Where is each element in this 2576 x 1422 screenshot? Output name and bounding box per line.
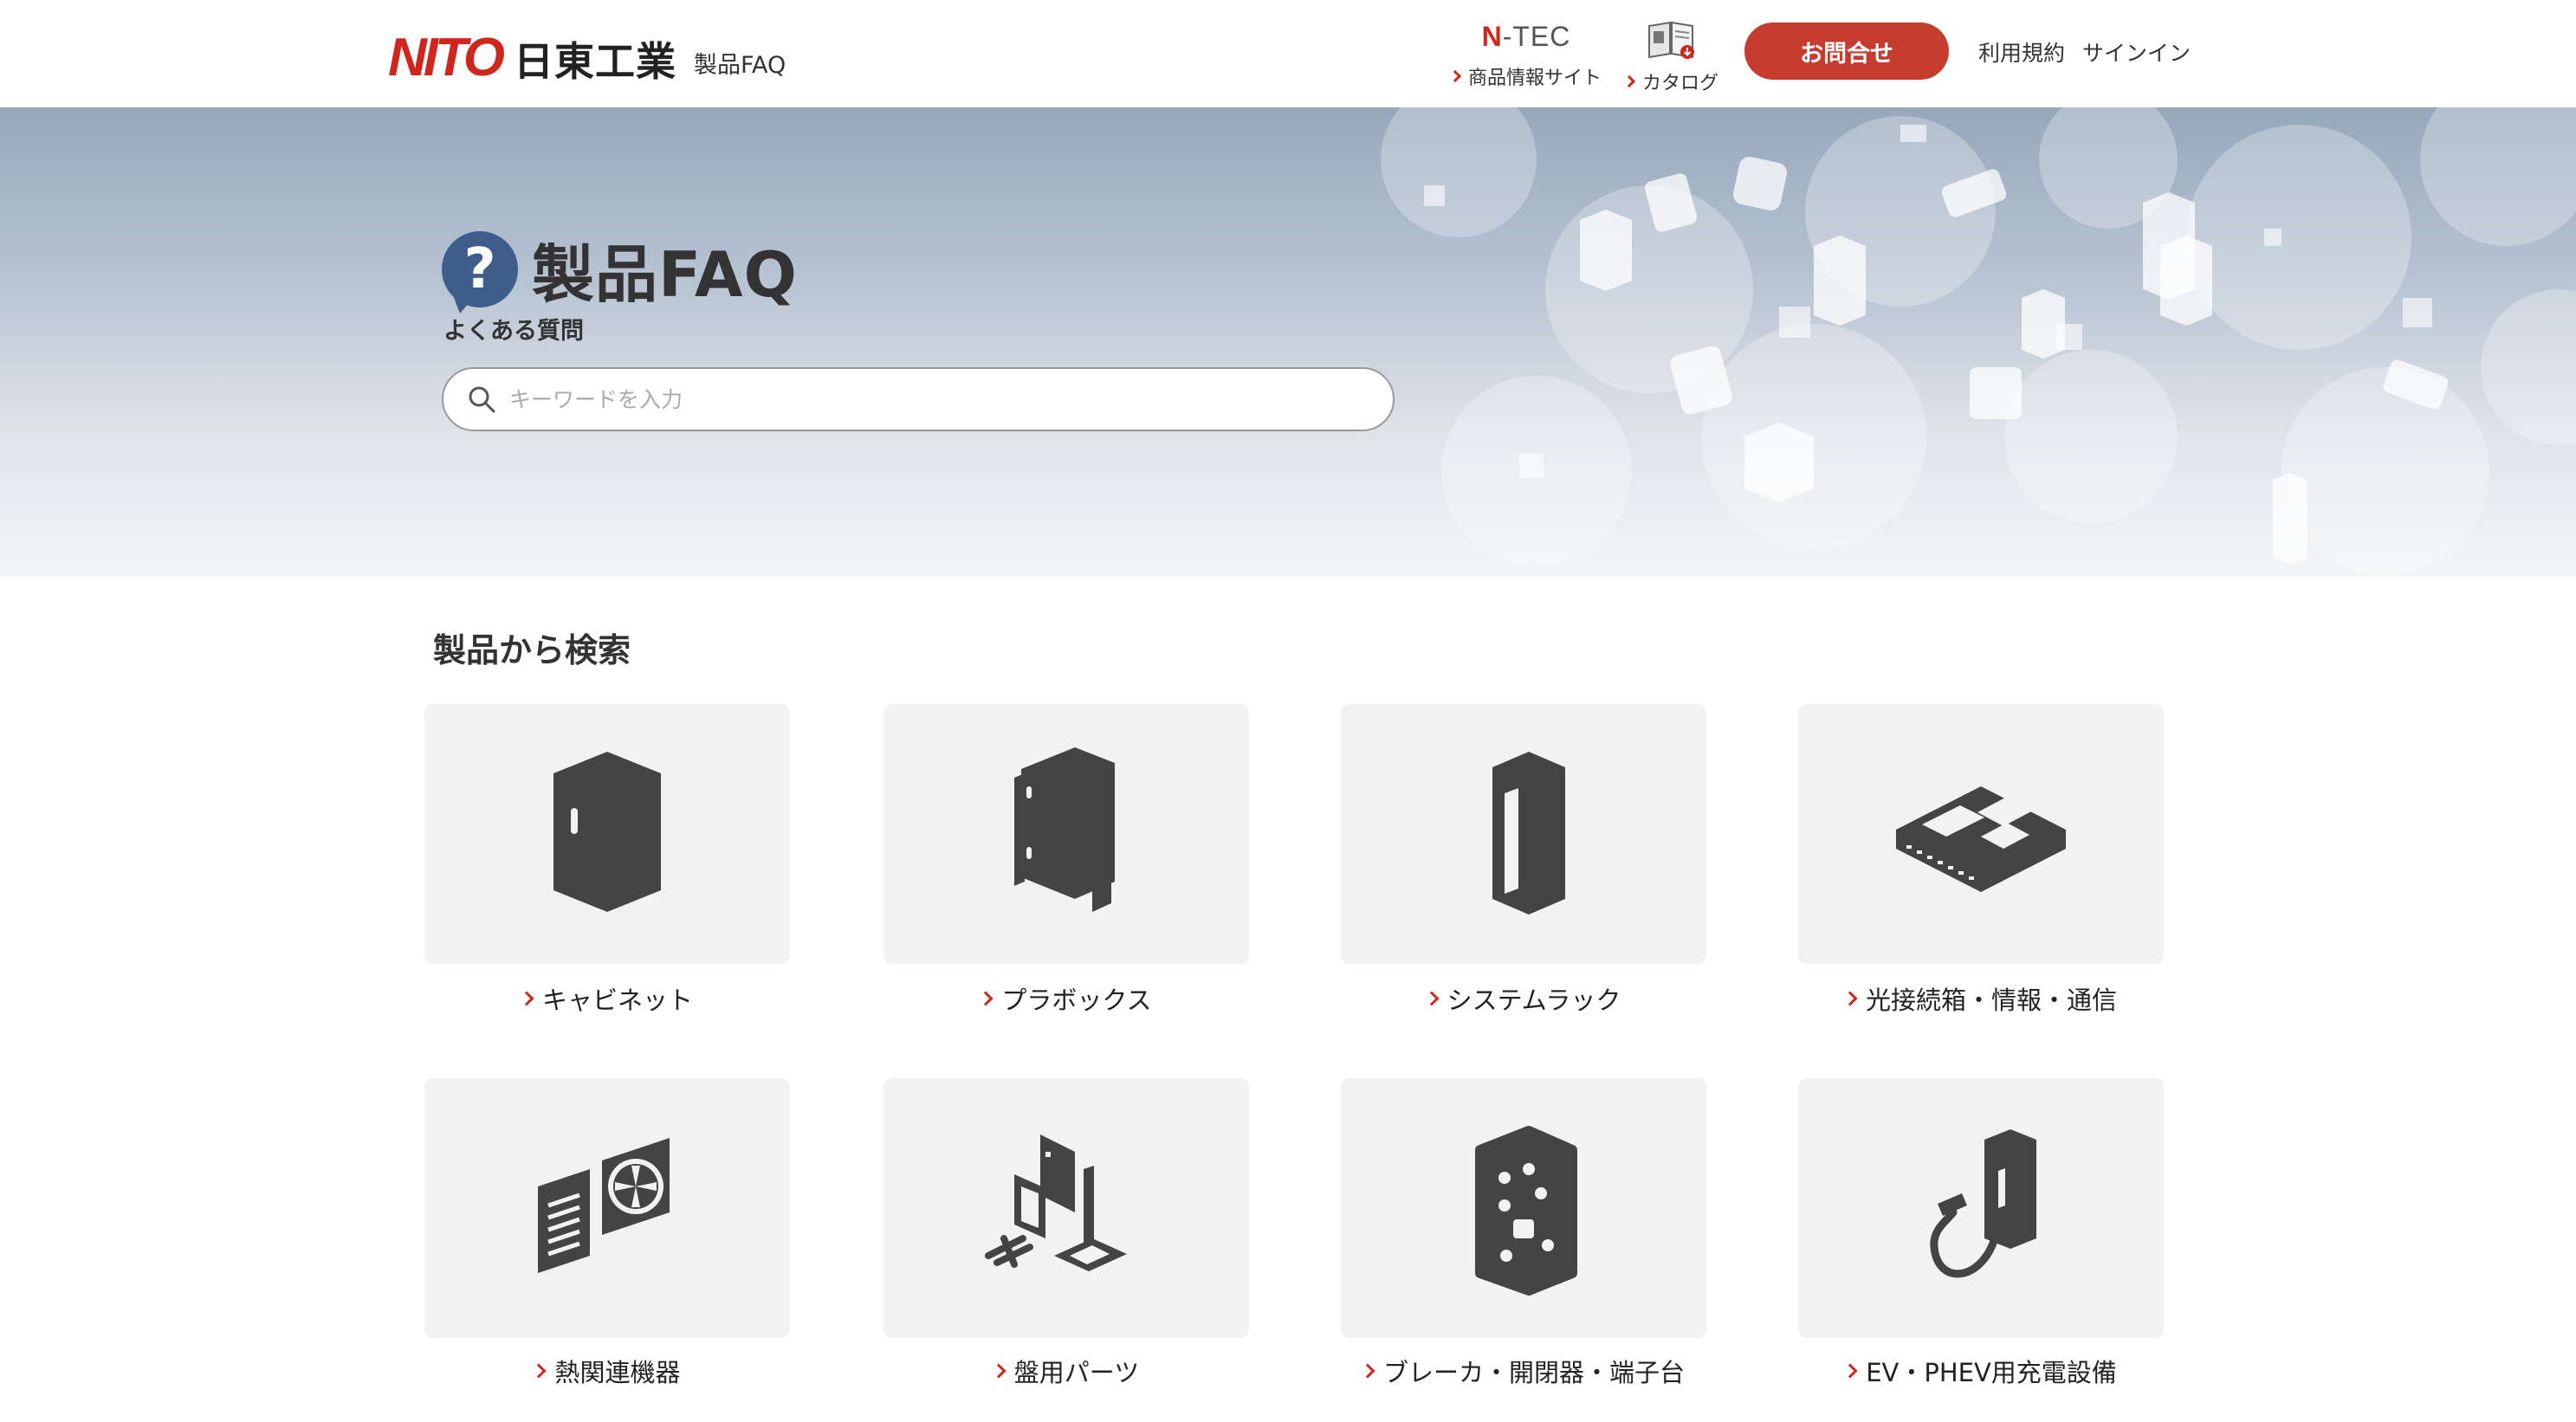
product-link-heat-equipment[interactable]: 熱関連機器	[424, 1353, 790, 1389]
ev-charger-icon	[1930, 1129, 2036, 1278]
site-header: NITO 日東工業 製品FAQ N-TEC 商品情報サイト カタログ お問合せ …	[0, 0, 2576, 107]
chevron-right-icon	[531, 1363, 547, 1379]
product-link-network-hub[interactable]: 光接続箱・情報・通信	[1798, 980, 2164, 1017]
hero-background-illustration	[1381, 107, 2576, 575]
site-logo[interactable]: NITO 日東工業 製品FAQ	[388, 16, 786, 85]
breaker-icon	[1475, 1126, 1577, 1296]
product-card-ev-charger[interactable]	[1798, 1078, 2164, 1338]
cabinet-icon	[553, 752, 661, 912]
catalog-label: カタログ	[1641, 73, 1718, 94]
product-label: EV・PHEV用充電設備	[1866, 1358, 2117, 1387]
nito-logo-mark: NITO	[388, 23, 505, 87]
product-card-panel-parts[interactable]	[883, 1078, 1249, 1338]
signin-link[interactable]: サインイン	[2082, 36, 2191, 68]
page-title: 製品FAQ	[532, 238, 798, 311]
product-card-system-rack[interactable]	[1341, 704, 1706, 964]
contact-button[interactable]: お問合せ	[1744, 23, 1949, 80]
product-link-system-rack[interactable]: システムラック	[1341, 980, 1706, 1017]
product-card-network-hub[interactable]	[1798, 704, 2164, 964]
plastic-box-icon	[1014, 747, 1115, 912]
product-label: ブレーカ・開閉器・端子台	[1382, 1358, 1685, 1387]
product-link-ev-charger[interactable]: EV・PHEV用充電設備	[1798, 1353, 2164, 1389]
chevron-right-icon	[1842, 1363, 1858, 1379]
network-hub-icon	[1896, 786, 2066, 892]
hero-title-row: ? 製品FAQ	[442, 223, 798, 314]
chevron-right-icon	[1360, 1363, 1375, 1379]
product-label: キャビネット	[541, 986, 693, 1015]
fan-heat-icon	[538, 1138, 670, 1273]
product-info-site-link[interactable]: 商品情報サイト	[1448, 62, 1604, 90]
hero-banner: ? 製品FAQ よくある質問	[0, 107, 2576, 577]
product-label: 光接続箱・情報・通信	[1865, 986, 2117, 1015]
product-card-plastic-box[interactable]	[883, 704, 1249, 964]
chevron-right-icon	[519, 991, 534, 1006]
product-label: 盤用パーツ	[1013, 1358, 1140, 1387]
search-box[interactable]	[442, 367, 1395, 431]
panel-parts-icon	[985, 1134, 1127, 1271]
logo-subtitle: 製品FAQ	[693, 52, 786, 79]
product-card-cabinet[interactable]	[424, 704, 790, 964]
product-card-heat-equipment[interactable]	[424, 1078, 790, 1338]
product-card-breaker[interactable]	[1341, 1078, 1706, 1338]
ntec-block[interactable]: N-TEC 商品情報サイト	[1448, 23, 1604, 90]
product-link-plastic-box[interactable]: プラボックス	[883, 980, 1249, 1017]
chevron-right-icon	[1424, 991, 1440, 1006]
product-label: システムラック	[1447, 986, 1621, 1015]
logo-nito-text: NITO	[388, 28, 505, 87]
ntec-logo: N-TEC	[1481, 21, 1571, 52]
chevron-right-icon	[978, 991, 994, 1006]
chevron-right-icon	[1842, 991, 1858, 1006]
chevron-right-icon	[991, 1363, 1006, 1379]
catalog-block[interactable]: カタログ	[1620, 19, 1724, 95]
page-subtitle: よくある質問	[443, 318, 584, 345]
chevron-right-icon	[1622, 74, 1636, 88]
question-icon: ?	[442, 230, 518, 307]
product-label: 熱関連機器	[554, 1358, 681, 1387]
system-rack-icon	[1492, 752, 1565, 915]
product-label: プラボックス	[1001, 986, 1152, 1015]
catalog-book-icon	[1648, 21, 1694, 59]
chevron-right-icon	[1448, 69, 1462, 83]
product-info-site-label: 商品情報サイト	[1467, 68, 1602, 89]
terms-link[interactable]: 利用規約	[1978, 36, 2065, 68]
search-icon	[469, 386, 495, 413]
search-input[interactable]	[509, 386, 1341, 412]
product-link-cabinet[interactable]: キャビネット	[424, 980, 790, 1017]
logo-company-name: 日東工業	[513, 38, 676, 86]
product-link-panel-parts[interactable]: 盤用パーツ	[883, 1353, 1249, 1389]
product-link-breaker[interactable]: ブレーカ・開閉器・端子台	[1341, 1353, 1706, 1389]
section-title: 製品から検索	[433, 631, 631, 669]
catalog-link[interactable]: カタログ	[1620, 68, 1724, 95]
